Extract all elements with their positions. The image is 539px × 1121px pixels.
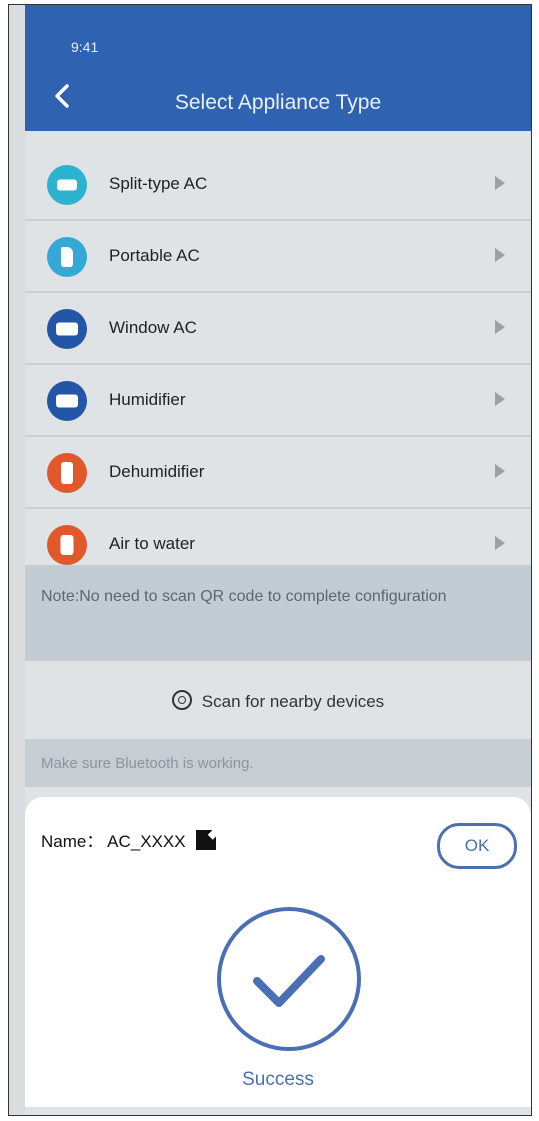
bottom-bar (25, 1107, 531, 1115)
appliance-item-window-ac[interactable]: Window AC (25, 293, 531, 365)
edit-icon[interactable] (195, 830, 216, 850)
scan-label: Scan for nearby devices (201, 692, 385, 711)
chevron-right-icon (495, 464, 505, 478)
scan-nearby-button[interactable]: Scan for nearby devices (25, 667, 531, 733)
appliance-item-dehumidifier[interactable]: Dehumidifier (25, 437, 531, 509)
scan-icon (171, 690, 192, 710)
scan-row: Scan for nearby devices (25, 690, 531, 712)
appliance-label: Air to water (109, 534, 195, 553)
bluetooth-hint: Make sure Bluetooth is working. (25, 739, 531, 787)
status-time: 9:41 (71, 39, 99, 55)
dehumidifier-icon (47, 453, 87, 493)
phone-screen: 9:41 Select Appliance Type Split-type AC… (25, 5, 531, 1115)
appliance-label: Dehumidifier (109, 462, 205, 481)
appliance-label: Portable AC (109, 246, 200, 265)
ok-button[interactable]: OK (437, 823, 517, 869)
checkmark-icon (217, 907, 361, 1051)
appliance-item-humidifier[interactable]: Humidifier (25, 365, 531, 437)
page-title: Select Appliance Type (174, 91, 382, 114)
chevron-right-icon (495, 176, 505, 190)
appliance-item-portable-ac[interactable]: Portable AC (25, 221, 531, 293)
chevron-right-icon (495, 248, 505, 262)
portable-ac-icon (47, 237, 87, 277)
note-text: Note:No need to scan QR code to complete… (41, 588, 447, 605)
success-dialog: Name： AC_XXXX OK Success (25, 797, 531, 1115)
appliance-list: Split-type AC Portable AC Window AC Humi… (25, 149, 531, 581)
appliance-label: Split-type AC (109, 174, 208, 193)
hint-text: Make sure Bluetooth is working. (41, 755, 254, 772)
air-to-water-icon (47, 525, 87, 565)
chevron-right-icon (495, 320, 505, 334)
chevron-right-icon (495, 536, 505, 550)
header-bar: 9:41 Select Appliance Type (25, 5, 531, 131)
screenshot-frame: 9:41 Select Appliance Type Split-type AC… (8, 4, 532, 1116)
split-ac-icon (47, 165, 87, 205)
appliance-item-split-type-ac[interactable]: Split-type AC (25, 149, 531, 221)
appliance-label: Humidifier (109, 390, 186, 409)
chevron-right-icon (495, 392, 505, 406)
device-name-row: Name： AC_XXXX (41, 827, 216, 852)
humidifier-icon (47, 381, 87, 421)
checkmark-glyph (253, 955, 325, 1007)
window-ac-icon (47, 309, 87, 349)
device-name: Name： AC_XXXX (41, 832, 186, 851)
note-panel: Note:No need to scan QR code to complete… (25, 565, 531, 661)
success-label: Success (242, 1069, 314, 1090)
appliance-label: Window AC (109, 318, 197, 337)
